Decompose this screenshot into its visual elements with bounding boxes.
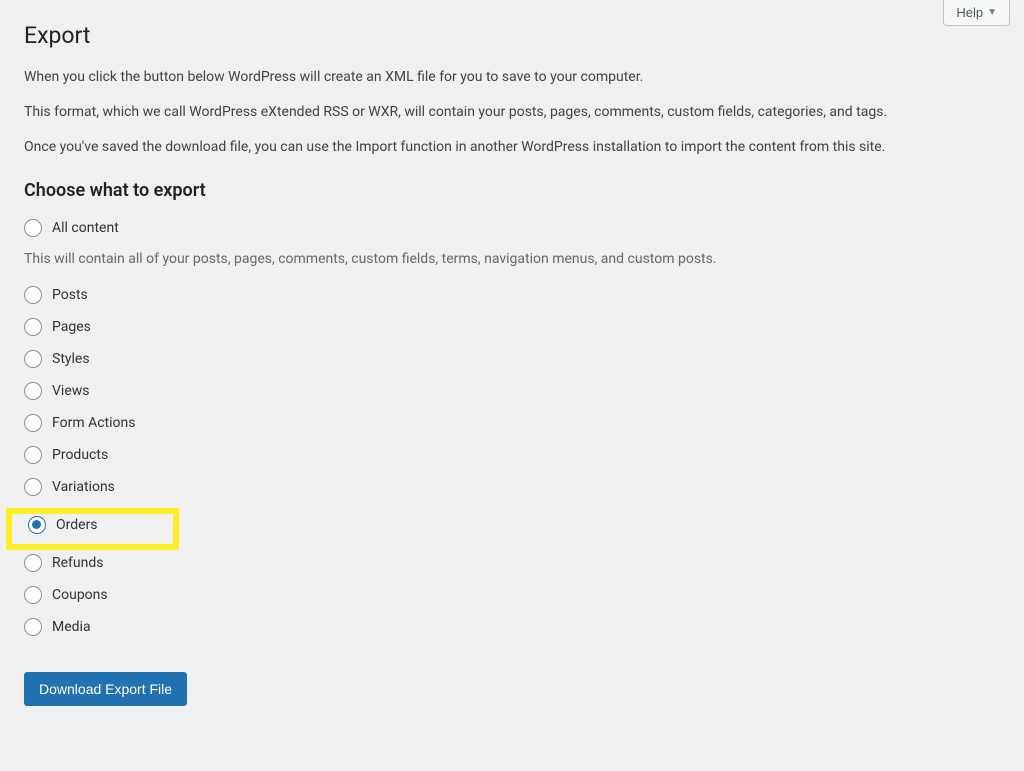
radio-label-form-actions[interactable]: Form Actions — [52, 415, 135, 431]
radio-row-variations[interactable]: Variations — [24, 478, 1000, 496]
description-line-2: This format, which we call WordPress eXt… — [24, 102, 1000, 123]
radio-label-all[interactable]: All content — [52, 220, 119, 236]
radio-row-posts[interactable]: Posts — [24, 286, 1000, 304]
radio-label-variations[interactable]: Variations — [52, 479, 115, 495]
radio-label-orders[interactable]: Orders — [56, 517, 98, 533]
page-title: Export — [24, 0, 1000, 49]
radio-row-all[interactable]: All content — [24, 219, 1000, 237]
radio-coupons[interactable] — [24, 586, 42, 604]
radio-label-views[interactable]: Views — [52, 383, 90, 399]
description-line-1: When you click the button below WordPres… — [24, 67, 1000, 88]
radio-label-posts[interactable]: Posts — [52, 287, 88, 303]
main-content: Export When you click the button below W… — [0, 0, 1024, 706]
help-label: Help — [956, 5, 983, 20]
radio-variations[interactable] — [24, 478, 42, 496]
radio-refunds[interactable] — [24, 554, 42, 572]
radio-row-products[interactable]: Products — [24, 446, 1000, 464]
download-export-button[interactable]: Download Export File — [24, 672, 187, 706]
all-content-hint: This will contain all of your posts, pag… — [24, 249, 1000, 270]
radio-label-products[interactable]: Products — [52, 447, 108, 463]
radio-products[interactable] — [24, 446, 42, 464]
radio-label-styles[interactable]: Styles — [52, 351, 90, 367]
radio-row-refunds[interactable]: Refunds — [24, 554, 1000, 572]
help-button[interactable]: Help ▼ — [943, 0, 1010, 26]
radio-row-orders[interactable]: Orders — [24, 510, 1000, 540]
description-line-3: Once you've saved the download file, you… — [24, 137, 1000, 158]
radio-media[interactable] — [24, 618, 42, 636]
radio-views[interactable] — [24, 382, 42, 400]
radio-posts[interactable] — [24, 286, 42, 304]
radio-label-coupons[interactable]: Coupons — [52, 587, 108, 603]
choose-heading: Choose what to export — [24, 180, 1000, 201]
radio-row-views[interactable]: Views — [24, 382, 1000, 400]
radio-label-refunds[interactable]: Refunds — [52, 555, 104, 571]
radio-all-content[interactable] — [24, 219, 42, 237]
radio-label-pages[interactable]: Pages — [52, 319, 91, 335]
radio-orders[interactable] — [28, 516, 46, 534]
radio-row-media[interactable]: Media — [24, 618, 1000, 636]
radio-row-pages[interactable]: Pages — [24, 318, 1000, 336]
radio-label-media[interactable]: Media — [52, 619, 91, 635]
radio-styles[interactable] — [24, 350, 42, 368]
radio-form-actions[interactable] — [24, 414, 42, 432]
radio-row-styles[interactable]: Styles — [24, 350, 1000, 368]
radio-pages[interactable] — [24, 318, 42, 336]
radio-row-coupons[interactable]: Coupons — [24, 586, 1000, 604]
radio-row-form-actions[interactable]: Form Actions — [24, 414, 1000, 432]
caret-down-icon: ▼ — [987, 7, 997, 18]
